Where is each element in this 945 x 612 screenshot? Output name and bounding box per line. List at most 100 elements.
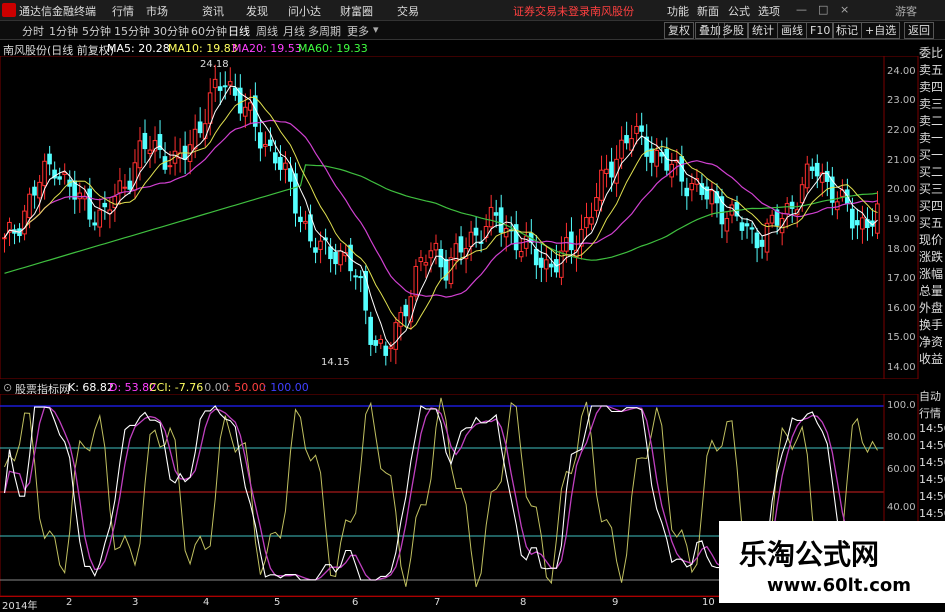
app-logo-icon	[2, 3, 16, 17]
quote-label: 卖四	[919, 80, 944, 94]
date-tick-label: 10	[702, 597, 715, 608]
candlestick-chart[interactable]	[0, 56, 945, 379]
candle-body	[283, 162, 288, 170]
candle-body	[87, 188, 93, 220]
cci-value: CCI: -7.76	[149, 381, 204, 394]
candle-body	[313, 247, 318, 253]
chart-header: 南风股份(日线 前复权) MA5: 20.28 MA10: 19.83 MA20…	[0, 40, 945, 57]
date-tick-label: 9	[612, 597, 619, 608]
mark-button[interactable]: 标记	[832, 22, 862, 39]
stock-name-label: 南风股份	[590, 5, 634, 18]
tab-weekly[interactable]: 周线	[256, 23, 278, 39]
candle-body	[468, 231, 474, 247]
f10-button[interactable]: F10	[806, 22, 835, 39]
tab-30min[interactable]: 30分钟	[153, 23, 189, 39]
tab-more[interactable]: 更多	[347, 23, 369, 39]
menu-wealth[interactable]: 财富圈	[340, 3, 373, 19]
menu-quotes[interactable]: 行情	[112, 3, 134, 19]
quote-label: 总量	[919, 284, 944, 298]
candle-body	[744, 223, 750, 227]
tab-1min[interactable]: 1分钟	[49, 23, 78, 39]
tab-daily[interactable]: 日线	[228, 23, 250, 39]
candle-body	[2, 237, 7, 240]
watermark-url: www.60lt.com	[767, 575, 912, 596]
menu-xiaoda[interactable]: 问小达	[288, 3, 321, 19]
tab-15min[interactable]: 15分钟	[114, 23, 150, 39]
menu-news[interactable]: 资讯	[202, 3, 224, 19]
price-tick-label: 20.00	[887, 184, 916, 196]
level-100-value: : 100.00	[263, 381, 309, 394]
candle-body	[804, 163, 810, 189]
menu-market[interactable]: 市场	[146, 3, 168, 19]
user-label[interactable]: 游客	[895, 3, 917, 19]
tab-intraday[interactable]: 分时	[22, 23, 44, 39]
menu-discover[interactable]: 发现	[246, 3, 268, 19]
date-tick-label: 8	[520, 597, 527, 608]
menu-formula[interactable]: 公式	[728, 3, 750, 19]
candle-body	[217, 86, 223, 91]
candle-body	[875, 203, 880, 234]
level-50-value: : 50.00	[227, 381, 266, 394]
close-icon[interactable]: ×	[840, 3, 849, 16]
candle-body	[739, 222, 745, 231]
menu-function[interactable]: 功能	[667, 3, 689, 19]
candle-body	[127, 180, 133, 190]
candle-body	[142, 132, 148, 150]
maximize-icon[interactable]: □	[818, 3, 828, 16]
multi-stock-button[interactable]: 多股	[718, 22, 748, 39]
quote-label: 卖一	[919, 131, 944, 145]
period-tabs: 分时 1分钟 5分钟 15分钟 30分钟 60分钟 日线 周线 月线 多周期 更…	[0, 21, 945, 40]
quote-label: 买四	[919, 199, 944, 213]
chevron-down-icon[interactable]: ▾	[373, 23, 379, 36]
stats-button[interactable]: 统计	[748, 22, 778, 39]
candle-body	[518, 251, 524, 258]
candle-body	[112, 195, 118, 209]
candle-body	[318, 240, 323, 250]
price-tick-label: 23.00	[887, 95, 916, 107]
quote-label: 净资	[919, 335, 944, 349]
candle-body	[589, 216, 594, 225]
menu-newpage[interactable]: 新面	[697, 3, 719, 19]
add-favorite-button[interactable]: +自选	[861, 22, 901, 39]
menu-options[interactable]: 选项	[758, 3, 780, 19]
candle-body	[303, 220, 308, 224]
candle-body	[222, 85, 228, 88]
adjust-button[interactable]: 复权	[664, 22, 694, 39]
tab-multi-period[interactable]: 多周期	[308, 23, 341, 39]
candle-body	[428, 250, 434, 259]
date-tick-label: 4	[203, 597, 210, 608]
indicator-tick-label: 60.00	[887, 464, 916, 475]
candle-body	[393, 322, 399, 350]
indicator-tick-label: 40.00	[887, 502, 916, 513]
candle-body	[543, 259, 549, 270]
date-tick-label: 2	[66, 597, 73, 608]
tab-5min[interactable]: 5分钟	[82, 23, 111, 39]
tab-monthly[interactable]: 月线	[283, 23, 305, 39]
candle-body	[378, 338, 384, 344]
candle-body	[724, 218, 730, 232]
candle-body	[759, 239, 765, 247]
watermark-title: 乐淘公式网	[739, 538, 880, 571]
draw-line-button[interactable]: 画线	[777, 22, 807, 39]
back-button[interactable]: 返回	[904, 22, 934, 39]
candle-body	[383, 345, 389, 356]
tick-label: 14:50	[919, 490, 945, 503]
quote-label: 换手	[919, 318, 944, 332]
candle-body	[358, 276, 363, 279]
menu-trade[interactable]: 交易	[397, 3, 419, 19]
tab-60min[interactable]: 60分钟	[191, 23, 227, 39]
candle-body	[789, 201, 795, 209]
candle-body	[207, 92, 213, 124]
candle-body	[273, 152, 278, 164]
indicator-toggle-icon[interactable]: ⊙	[3, 381, 12, 394]
high-marker: 24.18	[200, 59, 229, 70]
candle-body	[584, 217, 589, 229]
candle-body	[458, 236, 464, 253]
minimize-icon[interactable]: —	[796, 3, 807, 16]
menu-bar: 通达信金融终端 行情 市场 资讯 发现 问小达 财富圈 交易 证券交易未登录 南…	[0, 0, 945, 21]
candle-body	[609, 161, 614, 178]
candle-body	[473, 227, 479, 236]
indicator-tick-label: 80.00	[887, 432, 916, 443]
candle-body	[268, 139, 273, 146]
date-tick-label: 5	[274, 597, 281, 608]
